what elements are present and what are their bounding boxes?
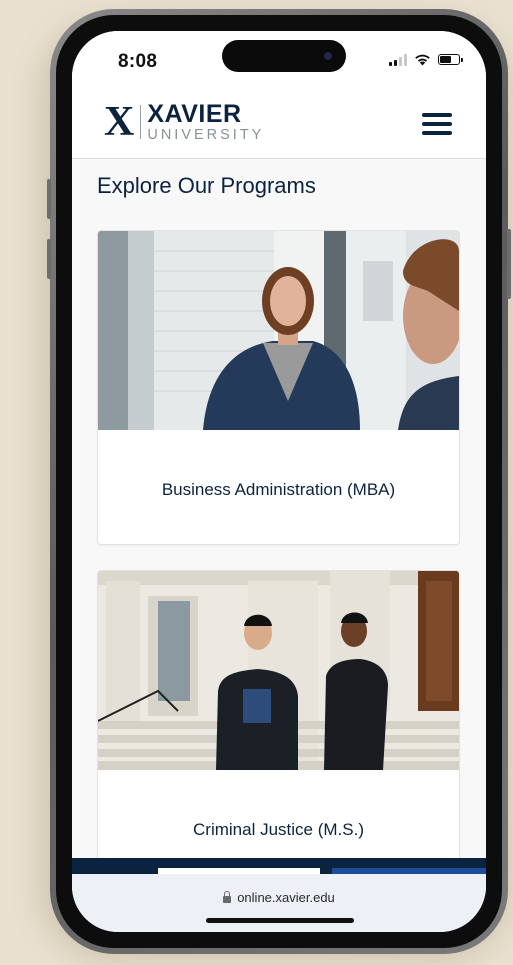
page-footer-strip xyxy=(72,858,486,874)
volume-down-button xyxy=(47,239,51,279)
front-camera xyxy=(324,52,332,60)
status-icons xyxy=(389,53,463,66)
status-time: 8:08 xyxy=(118,51,158,72)
lock-icon xyxy=(223,891,232,903)
cellular-signal-icon xyxy=(389,53,407,66)
url-text[interactable]: online.xavier.edu xyxy=(237,890,335,905)
volume-up-button xyxy=(47,179,51,219)
logo-divider xyxy=(140,105,142,139)
criminal-justice-program-image xyxy=(98,571,459,770)
logo-subtitle: UNIVERSITY xyxy=(147,126,265,143)
wifi-icon xyxy=(415,54,430,66)
url-row[interactable]: online.xavier.edu xyxy=(72,890,486,905)
page-title: Explore Our Programs xyxy=(97,173,316,198)
power-button xyxy=(507,229,511,299)
logo-name: XAVIER xyxy=(147,99,242,128)
program-title: Business Administration (MBA) xyxy=(161,480,396,499)
xavier-logo[interactable]: X XAVIER UNIVERSITY xyxy=(104,101,264,143)
dynamic-island xyxy=(222,40,346,72)
logo-wordmark: XAVIER UNIVERSITY xyxy=(147,99,265,143)
hamburger-menu-icon[interactable] xyxy=(422,113,452,135)
phone-screen: 8:08 X XAVIER UNIVERSITY Explore Our Pro… xyxy=(72,31,486,932)
mba-program-image xyxy=(98,231,459,430)
status-bar: 8:08 xyxy=(72,31,486,89)
program-title: Criminal Justice (M.S.) xyxy=(193,820,364,839)
logo-mark: X xyxy=(104,99,135,145)
browser-address-bar[interactable]: online.xavier.edu xyxy=(72,874,486,932)
battery-icon xyxy=(438,54,463,65)
home-indicator[interactable] xyxy=(206,918,354,923)
program-card-criminal-justice[interactable]: Criminal Justice (M.S.) xyxy=(98,571,459,901)
site-header: X XAVIER UNIVERSITY xyxy=(72,89,486,159)
program-card-mba[interactable]: Business Administration (MBA) xyxy=(98,231,459,544)
